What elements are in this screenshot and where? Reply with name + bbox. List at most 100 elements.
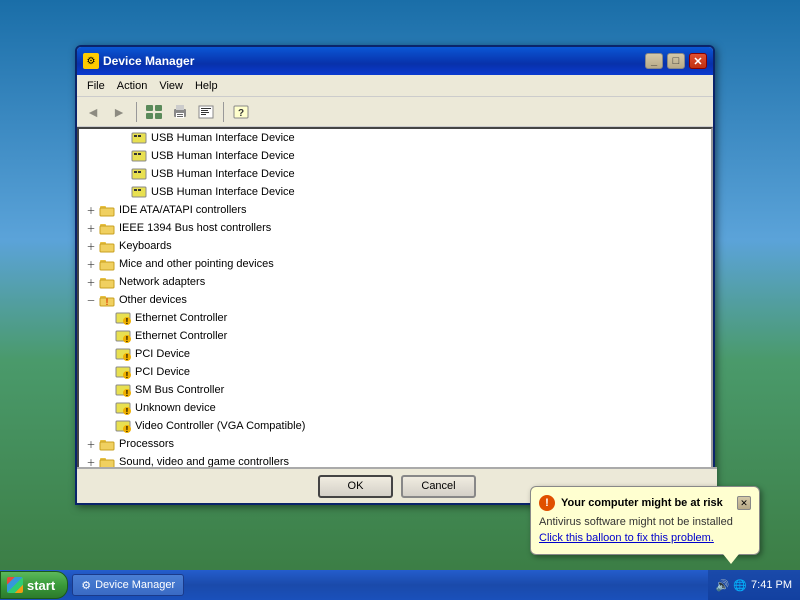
list-item[interactable]: ! PCI Device <box>79 345 711 363</box>
properties-button[interactable] <box>194 100 218 124</box>
taskbar-icon: ⚙ <box>81 579 91 592</box>
view-icon-button[interactable] <box>142 100 166 124</box>
device-icon <box>131 166 147 182</box>
warning-folder-icon: ! <box>99 292 115 308</box>
warning-device-icon: ! <box>115 418 131 434</box>
windows-logo <box>7 577 23 593</box>
list-item[interactable]: ＋ IEEE 1394 Bus host controllers <box>79 219 711 237</box>
list-item[interactable]: ! Video Controller (VGA Compatible) <box>79 417 711 435</box>
menu-help[interactable]: Help <box>189 78 224 94</box>
back-button[interactable]: ◄ <box>81 100 105 124</box>
list-item[interactable]: ＋ IDE ATA/ATAPI controllers <box>79 201 711 219</box>
node-label: USB Human Interface Device <box>151 132 295 144</box>
device-icon <box>131 148 147 164</box>
balloon-header: ! Your computer might be at risk ✕ <box>539 495 751 511</box>
node-label: Ethernet Controller <box>135 330 227 342</box>
svg-text:!: ! <box>126 335 129 343</box>
svg-text:!: ! <box>126 371 129 379</box>
start-button[interactable]: start <box>0 571 68 599</box>
maximize-button[interactable]: □ <box>667 53 685 69</box>
node-label: Unknown device <box>135 402 216 414</box>
folder-icon <box>99 238 115 254</box>
expand-icon[interactable]: ＋ <box>83 256 99 272</box>
list-item[interactable]: USB Human Interface Device <box>79 165 711 183</box>
menu-view[interactable]: View <box>153 78 189 94</box>
list-item[interactable]: ! Ethernet Controller <box>79 327 711 345</box>
taskbar-items: ⚙ Device Manager <box>68 574 707 596</box>
list-item[interactable]: USB Human Interface Device <box>79 147 711 165</box>
node-label: PCI Device <box>135 366 190 378</box>
volume-icon[interactable]: 🔊 <box>716 579 730 592</box>
node-label: Ethernet Controller <box>135 312 227 324</box>
help-button[interactable]: ? <box>229 100 253 124</box>
list-item[interactable]: USB Human Interface Device <box>79 183 711 201</box>
device-tree[interactable]: USB Human Interface Device USB Human Int… <box>77 127 713 481</box>
svg-text:!: ! <box>106 297 109 307</box>
expand-icon[interactable]: ＋ <box>83 238 99 254</box>
expand-icon[interactable]: ＋ <box>83 436 99 452</box>
list-item[interactable]: ! PCI Device <box>79 363 711 381</box>
svg-text:!: ! <box>126 353 129 361</box>
menu-action[interactable]: Action <box>111 78 154 94</box>
node-label: Processors <box>119 438 174 450</box>
folder-icon <box>99 220 115 236</box>
device-icon <box>131 184 147 200</box>
warning-device-icon: ! <box>115 364 131 380</box>
security-balloon[interactable]: ! Your computer might be at risk ✕ Antiv… <box>530 486 760 555</box>
network-icon[interactable]: 🌐 <box>733 579 747 592</box>
node-label: SM Bus Controller <box>135 384 224 396</box>
node-label: USB Human Interface Device <box>151 168 295 180</box>
collapse-icon[interactable]: － <box>83 292 99 308</box>
taskbar-label: Device Manager <box>95 579 175 591</box>
print-button[interactable] <box>168 100 192 124</box>
svg-text:!: ! <box>126 389 129 397</box>
system-tray: 🔊 🌐 7:41 PM <box>708 570 800 600</box>
cancel-button[interactable]: Cancel <box>401 475 476 498</box>
list-item[interactable]: ! SM Bus Controller <box>79 381 711 399</box>
title-bar: ⚙ Device Manager _ □ ✕ <box>77 47 713 75</box>
svg-text:!: ! <box>126 425 129 433</box>
warning-device-icon: ! <box>115 328 131 344</box>
toolbar-separator-2 <box>223 102 224 122</box>
close-button[interactable]: ✕ <box>689 53 707 69</box>
list-item[interactable]: － ! Other devices <box>79 291 711 309</box>
node-label: IDE ATA/ATAPI controllers <box>119 204 247 216</box>
balloon-line2: Click this balloon to fix this problem. <box>539 531 751 546</box>
node-label: USB Human Interface Device <box>151 150 295 162</box>
tree-area: USB Human Interface Device USB Human Int… <box>77 127 713 481</box>
device-manager-window: ⚙ Device Manager _ □ ✕ File Action View … <box>75 45 715 505</box>
list-item[interactable]: ＋ Mice and other pointing devices <box>79 255 711 273</box>
list-item[interactable]: USB Human Interface Device <box>79 129 711 147</box>
folder-icon <box>99 436 115 452</box>
taskbar: start ⚙ Device Manager 🔊 🌐 7:41 PM <box>0 570 800 600</box>
expand-icon[interactable]: ＋ <box>83 274 99 290</box>
toolbar-separator-1 <box>136 102 137 122</box>
list-item[interactable]: ＋ Network adapters <box>79 273 711 291</box>
taskbar-device-manager[interactable]: ⚙ Device Manager <box>72 574 184 596</box>
minimize-button[interactable]: _ <box>645 53 663 69</box>
folder-icon <box>99 202 115 218</box>
device-icon <box>131 130 147 146</box>
svg-text:!: ! <box>126 317 129 325</box>
clock: 7:41 PM <box>751 579 792 591</box>
warning-device-icon: ! <box>115 400 131 416</box>
svg-text:?: ? <box>238 108 244 119</box>
warning-device-icon: ! <box>115 310 131 326</box>
menu-file[interactable]: File <box>81 78 111 94</box>
expand-icon[interactable]: ＋ <box>83 220 99 236</box>
toolbar: ◄ ► <box>77 97 713 127</box>
start-label: start <box>27 578 55 593</box>
folder-icon <box>99 256 115 272</box>
list-item[interactable]: ＋ Keyboards <box>79 237 711 255</box>
folder-icon <box>99 274 115 290</box>
balloon-link[interactable]: Click this balloon to fix this problem. <box>539 532 714 544</box>
list-item[interactable]: ＋ Processors <box>79 435 711 453</box>
list-item[interactable]: ! Ethernet Controller <box>79 309 711 327</box>
forward-button[interactable]: ► <box>107 100 131 124</box>
warning-device-icon: ! <box>115 346 131 362</box>
balloon-close-button[interactable]: ✕ <box>737 496 751 510</box>
window-title: Device Manager <box>103 54 641 68</box>
ok-button[interactable]: OK <box>318 475 393 498</box>
expand-icon[interactable]: ＋ <box>83 202 99 218</box>
list-item[interactable]: ! Unknown device <box>79 399 711 417</box>
